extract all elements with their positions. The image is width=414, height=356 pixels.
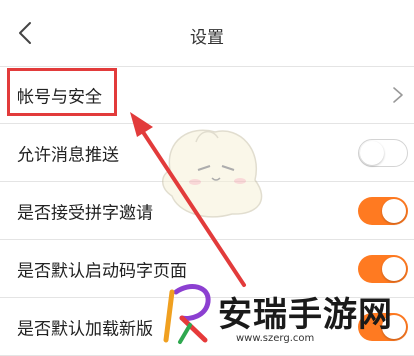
watermark-site-name: 安瑞手游网 [218, 295, 393, 335]
allow-push-toggle[interactable] [358, 138, 408, 167]
accept-invites-row: 是否接受拼字邀请 [0, 182, 414, 240]
chevron-right-icon [393, 87, 403, 103]
accept-invites-label: 是否接受拼字邀请 [17, 203, 153, 223]
default-code-page-toggle[interactable] [358, 254, 408, 283]
default-code-page-label: 是否默认启动码字页面 [17, 261, 187, 281]
default-load-new-label: 是否默认加载新版 [17, 319, 153, 339]
allow-push-label: 允许消息推送 [17, 145, 119, 165]
page-title: 设置 [190, 28, 224, 48]
navigation-bar: 设置 [0, 0, 414, 66]
toggle-knob [382, 198, 406, 223]
toggle-knob [360, 140, 384, 165]
account-security-row[interactable]: 帐号与安全 [0, 66, 414, 124]
allow-push-row: 允许消息推送 [0, 124, 414, 182]
account-security-label: 帐号与安全 [17, 87, 102, 108]
toggle-knob [382, 256, 406, 281]
accept-invites-toggle[interactable] [358, 196, 408, 225]
watermark-url: www.szerg.com [236, 333, 315, 344]
